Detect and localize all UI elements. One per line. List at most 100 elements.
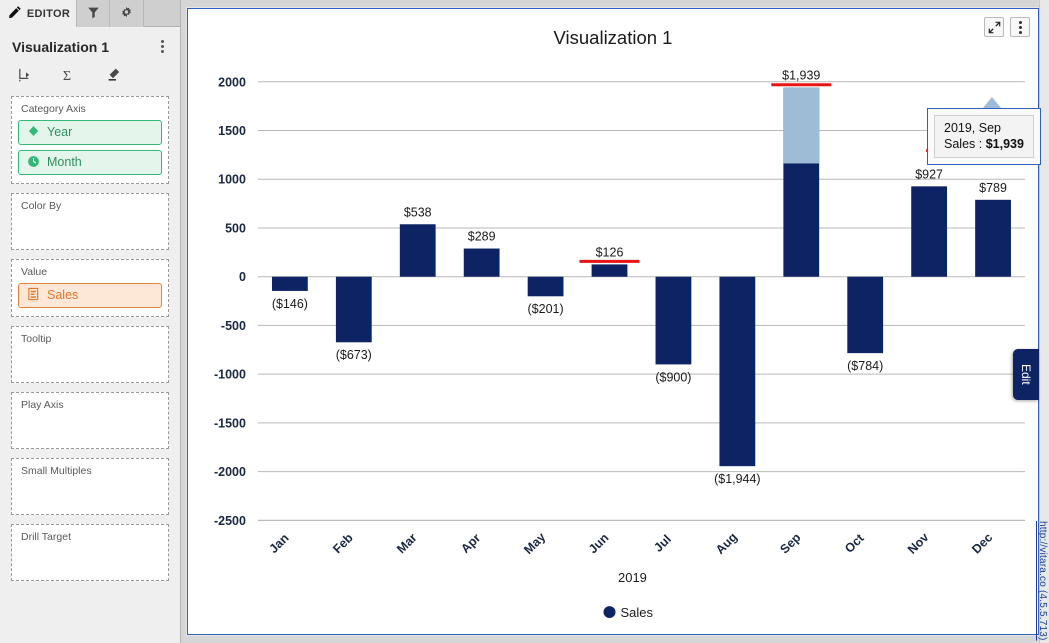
sidebar-viz-header: Visualization 1	[0, 27, 180, 62]
pill-year-label: Year	[47, 125, 73, 140]
tooltip-caret	[983, 97, 1001, 108]
bar-jun[interactable]	[591, 264, 628, 277]
pencil-icon	[8, 5, 22, 22]
shelf-label-value: Value	[21, 266, 48, 278]
y-axis-tick-label: 1500	[218, 124, 246, 138]
shelf-category-axis[interactable]: Category Axis Year Month	[11, 96, 169, 184]
bar-mar[interactable]	[399, 224, 436, 277]
x-axis-tick-label-apr: Apr	[458, 531, 483, 556]
data-label-may: ($201)	[528, 302, 564, 316]
shelf-label-drill-target: Drill Target	[21, 531, 71, 543]
tooltip-line-category: 2019, Sep	[944, 121, 1001, 135]
shelf-play-axis[interactable]: Play Axis	[11, 392, 169, 449]
x-axis-tick-label-mar: Mar	[394, 531, 420, 557]
shelf-value[interactable]: Value Sales	[11, 259, 169, 317]
bar-oct[interactable]	[847, 276, 884, 354]
shelf-label-play-axis: Play Axis	[21, 399, 64, 411]
tab-settings[interactable]	[110, 0, 144, 27]
tab-editor-label: EDITOR	[26, 7, 71, 20]
y-axis-tick-label: -1000	[214, 368, 246, 382]
data-label-oct: ($784)	[847, 359, 883, 373]
y-axis-tick-label: 1000	[218, 173, 246, 187]
pill-year[interactable]: Year	[18, 120, 162, 145]
sidebar-kebab-menu-icon[interactable]	[155, 37, 170, 56]
x-axis-tick-label-jan: Jan	[266, 531, 291, 556]
y-axis-tick-label: -2500	[214, 514, 246, 528]
measure-icon	[27, 287, 40, 304]
editor-sidebar: EDITOR Visualization 1 Σ Category Axis Y…	[0, 0, 181, 643]
shelf-tooltip[interactable]: Tooltip	[11, 326, 169, 383]
bar-feb[interactable]	[335, 276, 372, 343]
bar-jan[interactable]	[271, 276, 308, 291]
tooltip-measure-label: Sales :	[944, 137, 986, 151]
pill-sales-label: Sales	[47, 288, 79, 303]
shelf-color-by[interactable]: Color By	[11, 193, 169, 250]
x-axis-tick-label-jul: Jul	[651, 532, 674, 555]
kebab-menu-icon[interactable]	[1010, 17, 1030, 37]
shelf-label-category-axis: Category Axis	[21, 103, 86, 115]
bar-aug[interactable]	[719, 276, 756, 467]
data-label-jun: $126	[596, 245, 624, 259]
y-axis-tick-label: -500	[221, 319, 246, 333]
legend-swatch-sales	[603, 606, 616, 619]
sigma-aggregate-icon[interactable]: Σ	[58, 64, 80, 86]
chart-panel: Visualization 1 2000 1500 1000 500 0 -500 -100…	[187, 8, 1041, 635]
drill-down-icon[interactable]	[14, 64, 36, 86]
clock-icon	[27, 155, 40, 171]
shelf-drill-target[interactable]: Drill Target	[11, 524, 169, 581]
app-root: EDITOR Visualization 1 Σ Category Axis Y…	[0, 0, 1049, 643]
data-label-jan: ($146)	[272, 297, 308, 311]
data-label-apr: $289	[468, 230, 496, 244]
filter-icon	[87, 6, 100, 22]
shelf-small-multiples[interactable]: Small Multiples	[11, 458, 169, 515]
x-axis-tick-label-feb: Feb	[330, 530, 356, 556]
y-axis-tick-label: 2000	[218, 75, 246, 89]
eraser-clear-icon[interactable]	[102, 64, 124, 86]
x-axis-title: 2019	[618, 570, 647, 585]
svg-text:Σ: Σ	[62, 68, 70, 84]
y-axis-tick-label: -1500	[214, 416, 246, 430]
data-label-dec: $789	[979, 181, 1007, 195]
data-label-feb: ($673)	[336, 348, 372, 362]
chart-tooltip: 2019, Sep Sales : $1,939	[927, 108, 1041, 165]
shelf-label-tooltip: Tooltip	[21, 333, 52, 345]
y-axis-tick-label: 500	[225, 221, 246, 235]
gear-icon	[120, 6, 133, 22]
footer-url-link[interactable]: http://vitara.co (4.5.5.713)	[1037, 521, 1048, 641]
bar-may[interactable]	[527, 276, 564, 297]
expand-arrows-icon[interactable]	[984, 17, 1004, 37]
data-label-mar: $538	[404, 205, 432, 219]
data-label-sep: $1,939	[782, 69, 820, 83]
bar-apr[interactable]	[463, 248, 500, 277]
edit-tab-label: Edit	[1019, 364, 1033, 385]
tab-filters[interactable]	[77, 0, 110, 27]
sidebar-viz-title: Visualization 1	[12, 38, 109, 55]
sidebar-toolbar: Σ	[0, 62, 180, 96]
panel-tools	[984, 17, 1030, 37]
x-axis-tick-label-dec: Dec	[969, 530, 995, 556]
bar-jul[interactable]	[655, 276, 692, 365]
chart-panel-wrapper: Visualization 1 2000 1500 1000 500 0 -500 -100…	[181, 0, 1049, 643]
x-axis-tick-label-aug: Aug	[713, 530, 740, 557]
x-axis-tick-label-oct: Oct	[842, 531, 867, 556]
shelf-label-small-multiples: Small Multiples	[21, 465, 92, 477]
bar-chart-svg: 2000 1500 1000 500 0 -500 -1000 -1500 -2000 -2500…	[214, 69, 1038, 620]
data-label-aug: ($1,944)	[714, 472, 761, 486]
sidebar-tabbar: EDITOR	[0, 0, 180, 27]
x-axis-tick-label-nov: Nov	[905, 530, 932, 557]
data-label-jul: ($900)	[655, 370, 691, 384]
pill-month[interactable]: Month	[18, 150, 162, 175]
bar-highlight-overlay	[783, 87, 820, 164]
bar-dec[interactable]	[975, 199, 1011, 277]
tooltip-measure-value: $1,939	[985, 137, 1024, 151]
pill-sales[interactable]: Sales	[18, 283, 162, 308]
edit-tab-button[interactable]: Edit	[1013, 349, 1039, 400]
diamond-icon	[27, 125, 40, 141]
bar-nov[interactable]	[911, 186, 948, 277]
tooltip-line-measure: Sales : $1,939	[944, 136, 1033, 152]
y-axis-tick-label: 0	[239, 270, 246, 284]
shelf-label-color-by: Color By	[21, 200, 62, 212]
y-axis-tick-label: -2000	[214, 465, 246, 479]
legend-label-sales[interactable]: Sales	[620, 605, 653, 620]
tab-editor[interactable]: EDITOR	[0, 0, 77, 27]
